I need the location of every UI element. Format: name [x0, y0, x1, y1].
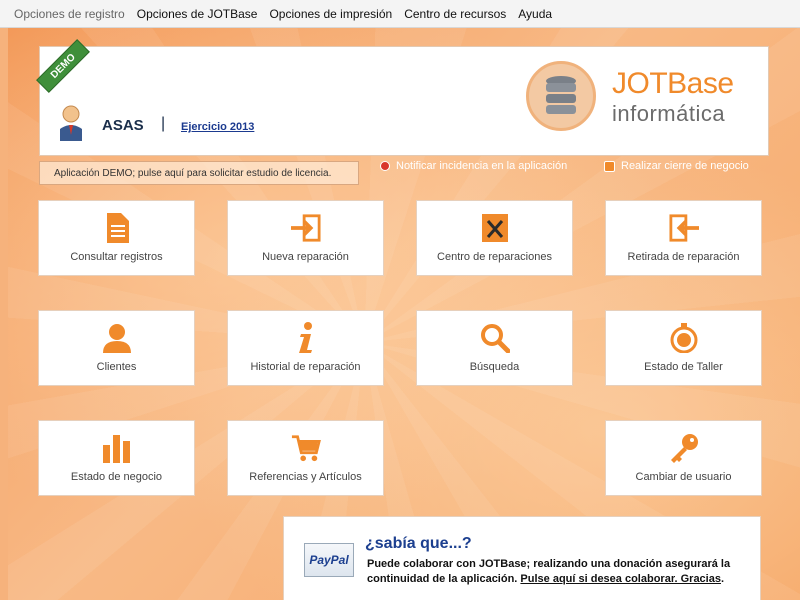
tile-estado-negocio[interactable]: Estado de negocio: [38, 420, 195, 496]
header-panel: DEMO ASAS | Ejercicio 2013 JOTBase infor…: [36, 39, 769, 156]
lock-icon: [604, 160, 615, 172]
ejercicio-link[interactable]: Ejercicio 2013: [181, 121, 254, 133]
tile-label: Búsqueda: [469, 361, 520, 373]
menu-ayuda[interactable]: Ayuda: [512, 7, 558, 21]
tile-referencias-articulos[interactable]: Referencias y Artículos: [227, 420, 384, 496]
donation-tail: .: [720, 573, 725, 585]
tile-nueva-reparacion[interactable]: Nueva reparación: [227, 200, 384, 276]
tools-icon: [480, 213, 510, 243]
logo-title: JOTBase: [612, 67, 734, 100]
menu-opciones-impresion[interactable]: Opciones de impresión: [263, 7, 398, 21]
menu-bar: Opciones de registro Opciones de JOTBase…: [0, 0, 800, 28]
report-incident-label: Notificar incidencia en la aplicación: [396, 160, 568, 172]
close-business-link[interactable]: Realizar cierre de negocio: [604, 160, 749, 172]
menu-opciones-registro[interactable]: Opciones de registro: [8, 7, 131, 21]
tile-label: Estado de negocio: [70, 471, 163, 483]
enter-icon: [290, 213, 321, 243]
tile-historial-reparacion[interactable]: Historial de reparación: [227, 310, 384, 386]
tile-label: Consultar registros: [70, 251, 163, 263]
header-separator: |: [161, 115, 166, 132]
tile-label: Cambiar de usuario: [635, 471, 732, 483]
tile-label: Estado de Taller: [644, 361, 723, 373]
tile-label: Centro de reparaciones: [437, 251, 552, 263]
donation-link[interactable]: Pulse aquí si desea colaborar. Gracias: [520, 573, 721, 585]
database-icon: [546, 76, 576, 114]
document-icon: [102, 213, 132, 243]
demo-license-notice[interactable]: Aplicación DEMO; pulse aquí para solicit…: [39, 161, 359, 185]
donation-panel: PayPal ¿sabía que...? Puede colaborar co…: [283, 516, 761, 600]
did-you-know-title: ¿sabía que...?: [365, 535, 472, 552]
tile-label: Clientes: [96, 361, 137, 373]
stopwatch-icon: [669, 323, 699, 353]
report-incident-link[interactable]: Notificar incidencia en la aplicación: [380, 160, 567, 172]
menu-centro-recursos[interactable]: Centro de recursos: [398, 7, 512, 21]
tile-centro-reparaciones[interactable]: Centro de reparaciones: [416, 200, 573, 276]
tile-label: Referencias y Artículos: [249, 471, 362, 483]
search-icon: [480, 323, 510, 353]
main-panel: DEMO ASAS | Ejercicio 2013 JOTBase infor…: [8, 28, 800, 600]
jotbase-logo: JOTBase informática: [526, 61, 746, 133]
bar-chart-icon: [102, 433, 132, 463]
donation-text: Puede colaborar con JOTBase; realizando …: [367, 557, 752, 587]
exit-icon: [668, 213, 699, 243]
tile-label: Nueva reparación: [262, 251, 349, 263]
tile-consultar-registros[interactable]: Consultar registros: [38, 200, 195, 276]
cart-icon: [291, 433, 321, 463]
tile-cambiar-usuario[interactable]: Cambiar de usuario: [605, 420, 762, 496]
logo-subtitle: informática: [612, 101, 726, 126]
company-name: ASAS: [102, 117, 144, 134]
tile-clientes[interactable]: Clientes: [38, 310, 195, 386]
person-icon: [102, 323, 132, 353]
info-icon: [291, 322, 321, 353]
menu-opciones-jotbase[interactable]: Opciones de JOTBase: [131, 7, 264, 21]
tile-label: Historial de reparación: [250, 361, 361, 373]
key-icon: [669, 433, 699, 463]
tile-retirada-reparacion[interactable]: Retirada de reparación: [605, 200, 762, 276]
tile-estado-taller[interactable]: Estado de Taller: [605, 310, 762, 386]
user-icon: [60, 105, 82, 141]
paypal-logo[interactable]: PayPal: [304, 543, 354, 577]
tile-label: Retirada de reparación: [627, 251, 740, 263]
tile-busqueda[interactable]: Búsqueda: [416, 310, 573, 386]
stop-icon: [380, 161, 390, 171]
close-business-label: Realizar cierre de negocio: [621, 160, 749, 172]
demo-ribbon: DEMO: [36, 39, 90, 93]
